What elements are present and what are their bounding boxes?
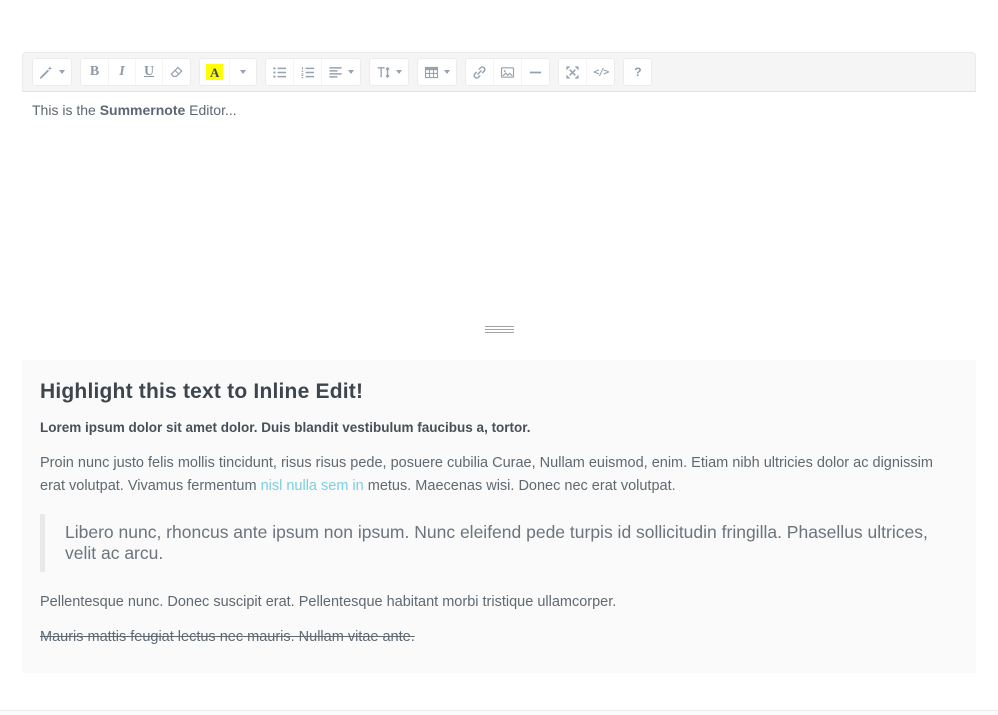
horizontal-rule-icon — [528, 65, 543, 80]
insert-picture-button[interactable] — [493, 59, 521, 85]
magic-style-button[interactable] — [33, 59, 71, 85]
view-group: </> — [558, 58, 615, 86]
table-group — [417, 58, 457, 86]
editor-text-suffix: Editor... — [185, 102, 236, 118]
font-style-group: B I U — [80, 58, 191, 86]
link-icon — [472, 65, 487, 80]
body-paragraph-2: Pellentesque nunc. Donec suscipit erat. … — [40, 594, 958, 610]
blockquote: Libero nunc, rhoncus ante ipsum non ipsu… — [40, 514, 958, 572]
insert-link-button[interactable] — [466, 59, 493, 85]
italic-button[interactable]: I — [108, 59, 135, 85]
editor-toolbar: B I U A — [22, 52, 976, 92]
italic-icon: I — [119, 65, 124, 79]
font-color-button[interactable]: A — [200, 59, 229, 85]
align-left-icon — [328, 65, 343, 80]
font-color-dropdown-button[interactable] — [229, 59, 256, 85]
fullscreen-icon — [565, 65, 580, 80]
codeview-button[interactable]: </> — [586, 59, 614, 85]
style-group — [32, 58, 72, 86]
paragraph-align-button[interactable] — [321, 59, 360, 85]
codeview-icon: </> — [593, 67, 608, 78]
underline-button[interactable]: U — [135, 59, 162, 85]
paragraph-group — [265, 58, 361, 86]
resize-grip-icon[interactable] — [485, 326, 514, 333]
paragraph1-text-end: metus. Maecenas wisi. Donec nec erat vol… — [364, 478, 676, 494]
caret-down-icon — [59, 70, 65, 74]
line-height-icon — [376, 65, 391, 80]
ordered-list-button[interactable] — [293, 59, 321, 85]
help-icon: ? — [634, 65, 641, 79]
unordered-list-icon — [272, 65, 287, 80]
eraser-icon — [169, 65, 184, 80]
magic-wand-icon — [39, 65, 54, 80]
help-group: ? — [623, 58, 652, 86]
underline-icon: U — [144, 65, 154, 79]
caret-down-icon — [396, 70, 402, 74]
insert-group — [465, 58, 550, 86]
strikethrough-paragraph: Mauris mattis feugiat lectus nec mauris.… — [40, 629, 958, 645]
line-height-button[interactable] — [370, 59, 408, 85]
editor-statusbar[interactable] — [22, 320, 976, 338]
inline-text-link[interactable]: nisl nulla sem in — [261, 478, 364, 494]
color-group: A — [199, 58, 257, 86]
bottom-divider — [0, 710, 998, 715]
clear-format-button[interactable] — [162, 59, 190, 85]
picture-icon — [500, 65, 515, 80]
ordered-list-icon — [300, 65, 315, 80]
fullscreen-button[interactable] — [559, 59, 586, 85]
caret-down-icon — [444, 70, 450, 74]
unordered-list-button[interactable] — [266, 59, 293, 85]
bold-icon: B — [90, 65, 99, 79]
bold-button[interactable]: B — [81, 59, 108, 85]
font-color-icon: A — [206, 64, 223, 80]
table-icon — [424, 65, 439, 80]
summernote-editor: B I U A — [22, 52, 976, 338]
lead-paragraph: Lorem ipsum dolor sit amet dolor. Duis b… — [40, 420, 958, 435]
inline-edit-panel[interactable]: Highlight this text to Inline Edit! Lore… — [22, 360, 976, 673]
editor-text-bold: Summernote — [100, 102, 186, 118]
caret-down-icon — [348, 70, 354, 74]
horizontal-rule-button[interactable] — [521, 59, 549, 85]
editor-text-prefix: This is the — [32, 102, 100, 118]
caret-down-icon — [240, 70, 246, 74]
body-paragraph-1: Proin nunc justo felis mollis tincidunt,… — [40, 452, 958, 498]
editor-text: This is the Summernote Editor... — [32, 102, 966, 118]
panel-heading: Highlight this text to Inline Edit! — [40, 380, 958, 404]
editing-area[interactable]: This is the Summernote Editor... — [22, 92, 976, 320]
line-height-group — [369, 58, 409, 86]
table-button[interactable] — [418, 59, 456, 85]
help-button[interactable]: ? — [624, 59, 651, 85]
